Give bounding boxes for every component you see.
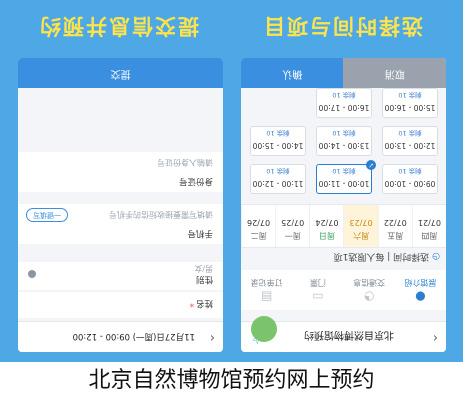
slot-time: 10:00 - 11:00 bbox=[318, 179, 370, 188]
right-panel-title: 提交信息并预约 bbox=[38, 14, 199, 38]
tab-label: 展馆介绍 bbox=[404, 278, 437, 287]
time-slot[interactable]: 09:00 - 10:00 剩余 10 bbox=[382, 164, 438, 194]
phone-placeholder: 请填写需要接收短信的手机号 bbox=[109, 210, 213, 219]
phone-label: 手机号 bbox=[187, 228, 213, 238]
slot-time: 16:00 - 17:00 bbox=[318, 103, 370, 112]
date-option[interactable]: 周五 07/22 bbox=[377, 205, 412, 247]
slot-status: 剩余 10 bbox=[266, 129, 290, 137]
promo-frame: 选择时间与项目 提交信息并预约 ‹ 北京自然博物馆预约 ☆ ●展馆介绍 ◔交通信… bbox=[0, 0, 463, 362]
slot-time: 09:00 - 10:00 bbox=[384, 179, 436, 188]
required-mark: * bbox=[189, 298, 194, 308]
gender-value: 男/女 bbox=[194, 264, 213, 273]
date-value: 07/21 bbox=[417, 218, 441, 227]
time-slot-selected[interactable]: 10:00 - 11:00 剩余 10 ✓ bbox=[316, 160, 376, 194]
select-time-section: ◷选择时间 | 每人限选1项 bbox=[334, 251, 440, 264]
time-slot[interactable]: 15:00 - 16:00 剩余 10 bbox=[382, 88, 438, 118]
field-label: 姓名* bbox=[190, 298, 213, 310]
clock-icon: ◷ bbox=[432, 251, 440, 261]
date-option[interactable]: 周日 07/24 bbox=[309, 205, 344, 247]
slot-status: 剩余 10 bbox=[398, 167, 422, 175]
picker-title: 北京自然博物馆预约 bbox=[304, 329, 394, 340]
weekday: 周五 bbox=[387, 231, 404, 240]
booking-time-info: 11月27日(周一) 09:00 - 12:00 bbox=[72, 331, 195, 341]
tab-orders[interactable]: ▤ 订单记录 bbox=[241, 270, 292, 310]
tab-label: 订单记录 bbox=[250, 278, 283, 287]
back-icon[interactable]: ‹ bbox=[210, 330, 215, 345]
back-icon[interactable]: ‹ bbox=[433, 330, 438, 345]
slot-time: 13:00 - 14:00 bbox=[318, 141, 370, 150]
weekday: 周四 bbox=[421, 231, 438, 240]
gender-field[interactable]: 性别 男/女 bbox=[18, 262, 223, 290]
left-panel-title: 选择时间与项目 bbox=[262, 14, 423, 38]
gender-label: 性别 bbox=[195, 274, 213, 284]
date-option[interactable]: 周四 07/21 bbox=[411, 205, 446, 247]
phone-field[interactable]: 手机号 请填写需要接收短信的手机号 一键填写 bbox=[18, 204, 223, 244]
form-header: ‹ 11月27日(周一) 09:00 - 12:00 bbox=[18, 321, 223, 352]
slot-status: 剩余 10 bbox=[332, 129, 356, 137]
date-value: 07/24 bbox=[315, 218, 339, 227]
time-slot[interactable]: 11:00 - 12:00 剩余 10 bbox=[250, 164, 306, 194]
autofill-button[interactable]: 一键填写 bbox=[26, 208, 68, 222]
tab-label: 门票 bbox=[309, 278, 326, 287]
submit-button[interactable]: 提交 bbox=[18, 58, 223, 88]
tab-traffic[interactable]: ◔ 交通信息 bbox=[344, 270, 395, 310]
museum-logo bbox=[251, 316, 277, 342]
user-icon: ● bbox=[415, 290, 426, 304]
section-label: 选择时间 | 每人限选1项 bbox=[333, 251, 430, 261]
picker-button-bar: 取消 确认 bbox=[241, 58, 446, 88]
date-option-selected[interactable]: 周六 07/23 bbox=[343, 205, 378, 247]
slot-time: 14:00 - 15:00 bbox=[252, 141, 304, 150]
date-value: 07/23 bbox=[349, 218, 373, 227]
booking-form-screen: ‹ 11月27日(周一) 09:00 - 12:00 姓名* 性别 男/女 手机… bbox=[18, 58, 223, 352]
id-card-field[interactable]: 身份证号 请输入身份证号 bbox=[18, 152, 223, 192]
slot-time: 12:00 - 13:00 bbox=[384, 141, 436, 150]
slot-status: 剩余 10 bbox=[398, 91, 422, 99]
slot-status: 剩余 10 bbox=[398, 129, 422, 137]
check-icon: ✓ bbox=[366, 160, 376, 170]
slot-time: 15:00 - 16:00 bbox=[384, 103, 436, 112]
date-option[interactable]: 周二 07/26 bbox=[241, 205, 276, 247]
name-field[interactable]: 姓名* bbox=[18, 292, 223, 318]
date-value: 07/22 bbox=[383, 218, 407, 227]
cancel-button[interactable]: 取消 bbox=[343, 58, 446, 88]
time-slot[interactable]: 13:00 - 14:00 剩余 10 bbox=[316, 126, 372, 156]
caption: 北京自然博物馆预约网上预约 bbox=[0, 362, 463, 400]
id-card-label: 身份证号 bbox=[178, 176, 213, 186]
date-option[interactable]: 周一 07/25 bbox=[275, 205, 310, 247]
slot-status: 剩余 10 bbox=[266, 167, 290, 175]
radio-icon[interactable] bbox=[28, 270, 36, 278]
weekday: 周二 bbox=[250, 231, 267, 240]
weekday: 周一 bbox=[284, 231, 301, 240]
slot-time: 11:00 - 12:00 bbox=[252, 179, 304, 188]
date-value: 07/26 bbox=[247, 218, 271, 227]
name-label: 姓名 bbox=[195, 298, 213, 308]
tab-label: 交通信息 bbox=[353, 278, 386, 287]
slot-status: 剩余 10 bbox=[332, 91, 356, 99]
id-card-placeholder: 请输入身份证号 bbox=[157, 158, 213, 167]
confirm-button[interactable]: 确认 bbox=[241, 58, 344, 88]
weekday: 周六 bbox=[353, 231, 370, 240]
slot-status: 剩余 10 bbox=[332, 167, 356, 175]
date-selector: 周四 07/21 周五 07/22 周六 07/23 周日 07/24 周一 07/25 … bbox=[241, 204, 446, 248]
ticket-icon: ▭ bbox=[312, 290, 324, 304]
time-slot[interactable]: 12:00 - 13:00 剩余 10 bbox=[382, 126, 438, 156]
rotated-promo-content: 选择时间与项目 提交信息并预约 ‹ 北京自然博物馆预约 ☆ ●展馆介绍 ◔交通信… bbox=[0, 0, 463, 362]
document-icon: ▤ bbox=[260, 290, 273, 304]
time-slot[interactable]: 16:00 - 17:00 剩余 10 bbox=[316, 88, 372, 118]
time-slot[interactable]: 14:00 - 15:00 剩余 10 bbox=[250, 126, 306, 156]
time-picker-screen: ‹ 北京自然博物馆预约 ☆ ●展馆介绍 ◔交通信息 ▭门票 ▤订单记录 ◷选择时… bbox=[241, 58, 446, 352]
tab-ticket[interactable]: ▭ 门票 bbox=[292, 270, 343, 310]
signal-icon: ◔ bbox=[363, 290, 375, 304]
weekday: 周日 bbox=[318, 231, 335, 240]
picker-tabs: ● 展馆介绍 ◔ 交通信息 ▭ 门票 ▤ 订单记录 bbox=[241, 270, 446, 310]
tab-museum-intro[interactable]: ● 展馆介绍 bbox=[395, 270, 446, 310]
date-value: 07/25 bbox=[281, 218, 305, 227]
